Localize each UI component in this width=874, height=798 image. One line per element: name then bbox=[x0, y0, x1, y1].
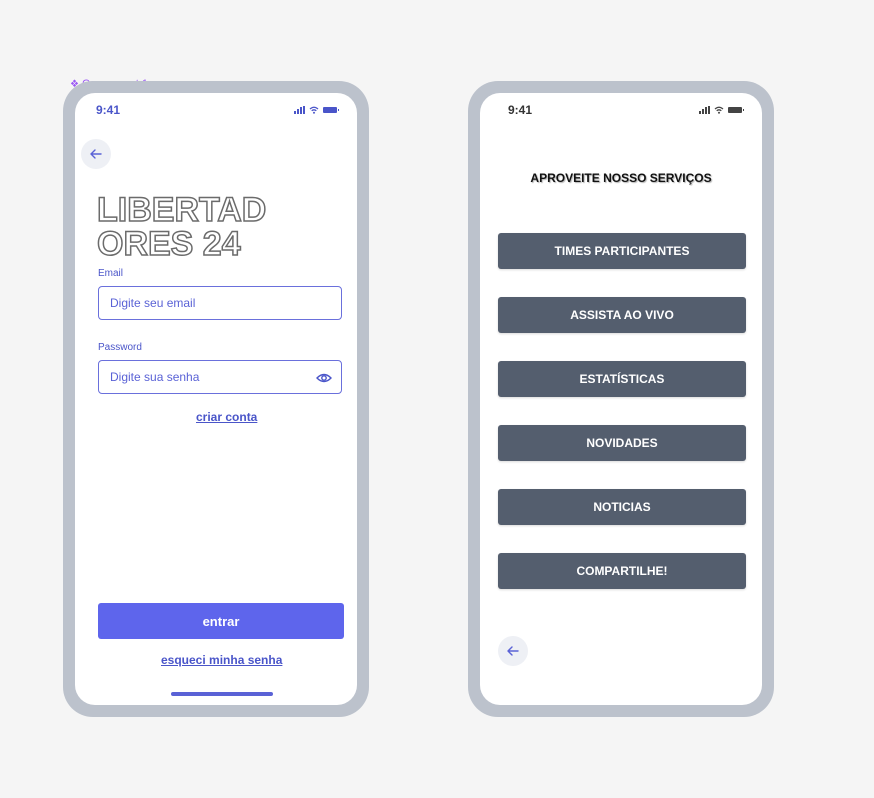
signal-icon bbox=[699, 106, 710, 114]
app-title: LIBERTADORES 24 bbox=[96, 191, 267, 263]
home-indicator bbox=[171, 692, 273, 696]
status-time: 9:41 bbox=[508, 103, 533, 117]
login-phone-frame: 9:41 LIBERTADORES 24 Email Password bbox=[63, 81, 369, 717]
wifi-icon bbox=[714, 106, 724, 114]
email-label: Email bbox=[98, 268, 124, 279]
menu-button-estatisticas[interactable]: ESTATÍSTICAS bbox=[498, 361, 746, 397]
menu-button-times-participantes[interactable]: TIMES PARTICIPANTES bbox=[498, 233, 746, 269]
battery-icon bbox=[323, 107, 339, 113]
status-icons bbox=[294, 106, 339, 114]
menu-button-assista-ao-vivo[interactable]: ASSISTA AO VIVO bbox=[498, 297, 746, 333]
login-button[interactable]: entrar bbox=[98, 603, 344, 639]
back-button[interactable] bbox=[498, 636, 528, 666]
back-button[interactable] bbox=[81, 139, 111, 169]
menu-button-noticias[interactable]: NOTICIAS bbox=[498, 489, 746, 525]
status-icons bbox=[699, 106, 744, 114]
services-phone-frame: 9:41 APROVEITE NOSSO SERVIÇOS TIMES PART… bbox=[468, 81, 774, 717]
password-field-container bbox=[98, 360, 342, 394]
signal-icon bbox=[294, 106, 305, 114]
menu-button-novidades[interactable]: NOVIDADES bbox=[498, 425, 746, 461]
menu-button-compartilhe[interactable]: COMPARTILHE! bbox=[498, 553, 746, 589]
email-field[interactable] bbox=[108, 295, 341, 311]
wifi-icon bbox=[309, 106, 319, 114]
services-title: APROVEITE NOSSO SERVIÇOS bbox=[530, 171, 712, 185]
email-field-container bbox=[98, 286, 342, 320]
forgot-password-link[interactable]: esqueci minha senha bbox=[161, 653, 282, 667]
create-account-link[interactable]: criar conta bbox=[196, 410, 257, 424]
battery-icon bbox=[728, 107, 744, 113]
login-screen: 9:41 LIBERTADORES 24 Email Password bbox=[75, 93, 357, 705]
eye-icon[interactable] bbox=[316, 370, 332, 386]
password-label: Password bbox=[98, 342, 142, 353]
status-time: 9:41 bbox=[96, 103, 121, 117]
password-field[interactable] bbox=[108, 369, 341, 385]
arrow-left-icon bbox=[507, 646, 519, 656]
services-screen: 9:41 APROVEITE NOSSO SERVIÇOS TIMES PART… bbox=[480, 93, 762, 705]
arrow-left-icon bbox=[90, 149, 102, 159]
